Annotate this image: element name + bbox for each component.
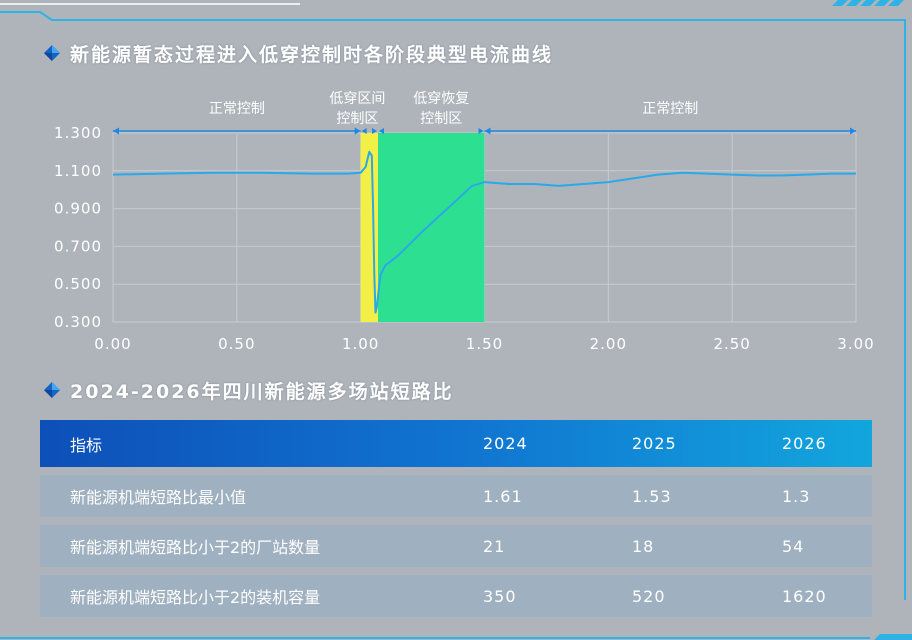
cell-2024: 1.61 (483, 486, 523, 506)
cell-2026: 1620 (782, 586, 827, 606)
region-label: 低穿区间 (329, 91, 385, 107)
short-circuit-ratio-table: 指标 2024 2025 2026 新能源机端短路比最小值 1.61 1.53 … (40, 420, 872, 617)
region-label: 正常控制 (209, 101, 265, 117)
region-label: 控制区 (420, 111, 462, 127)
diamond-icon (44, 382, 60, 398)
cell-2024: 350 (483, 586, 517, 606)
cell-2025: 520 (632, 586, 666, 606)
region-label: 正常控制 (642, 101, 698, 117)
current-curve-chart: 正常控制 低穿区间控制区 低穿恢复控制区 正常控制 1.300 1.100 0.900 0.… (54, 90, 874, 353)
y-tick-label: 0.500 (54, 275, 102, 293)
table-header: 指标 2024 2025 2026 (40, 420, 872, 467)
header-2024: 2024 (483, 434, 528, 453)
corner-stripes (832, 0, 904, 6)
x-tick-label: 0.00 (94, 335, 131, 353)
row-label: 新能源机端短路比最小值 (70, 488, 247, 507)
y-tick-label: 0.900 (54, 200, 102, 218)
section-title-scr: 2024-2026年四川新能源多场站短路比 (44, 377, 454, 403)
table-row: 新能源机端短路比小于2的厂站数量 21 18 54 (40, 525, 872, 567)
cell-2026: 1.3 (782, 486, 811, 506)
table-row: 新能源机端短路比小于2的装机容量 350 520 1620 (40, 575, 872, 617)
section-title-text: 2024-2026年四川新能源多场站短路比 (70, 380, 454, 403)
y-tick-label: 1.300 (54, 124, 102, 142)
x-tick-label: 2.00 (590, 335, 627, 353)
x-tick-label: 1.50 (466, 335, 503, 353)
table-row: 新能源机端短路比最小值 1.61 1.53 1.3 (40, 475, 872, 517)
x-tick-label: 3.00 (837, 335, 874, 353)
header-2025: 2025 (632, 434, 677, 453)
cell-2026: 54 (782, 536, 805, 556)
row-label: 新能源机端短路比小于2的厂站数量 (70, 538, 321, 557)
x-tick-label: 1.00 (342, 335, 379, 353)
region-label: 控制区 (336, 111, 378, 127)
region-label: 低穿恢复 (413, 90, 469, 107)
y-tick-label: 1.100 (54, 162, 102, 180)
section-title-curve: 新能源暂态过程进入低穿控制时各阶段典型电流曲线 (44, 40, 553, 66)
header-2026: 2026 (782, 434, 827, 453)
cell-2025: 1.53 (632, 486, 672, 506)
region-recovery (378, 133, 485, 322)
row-label: 新能源机端短路比小于2的装机容量 (70, 588, 321, 607)
section-title-text: 新能源暂态过程进入低穿控制时各阶段典型电流曲线 (70, 43, 554, 66)
cell-2025: 18 (632, 536, 655, 556)
y-tick-label: 0.300 (54, 313, 102, 331)
y-tick-label: 0.700 (54, 237, 102, 255)
header-indicator: 指标 (70, 435, 103, 455)
x-tick-label: 2.50 (713, 335, 750, 353)
diamond-icon (44, 45, 60, 61)
cell-2024: 21 (483, 536, 506, 556)
x-tick-label: 0.50 (218, 335, 255, 353)
